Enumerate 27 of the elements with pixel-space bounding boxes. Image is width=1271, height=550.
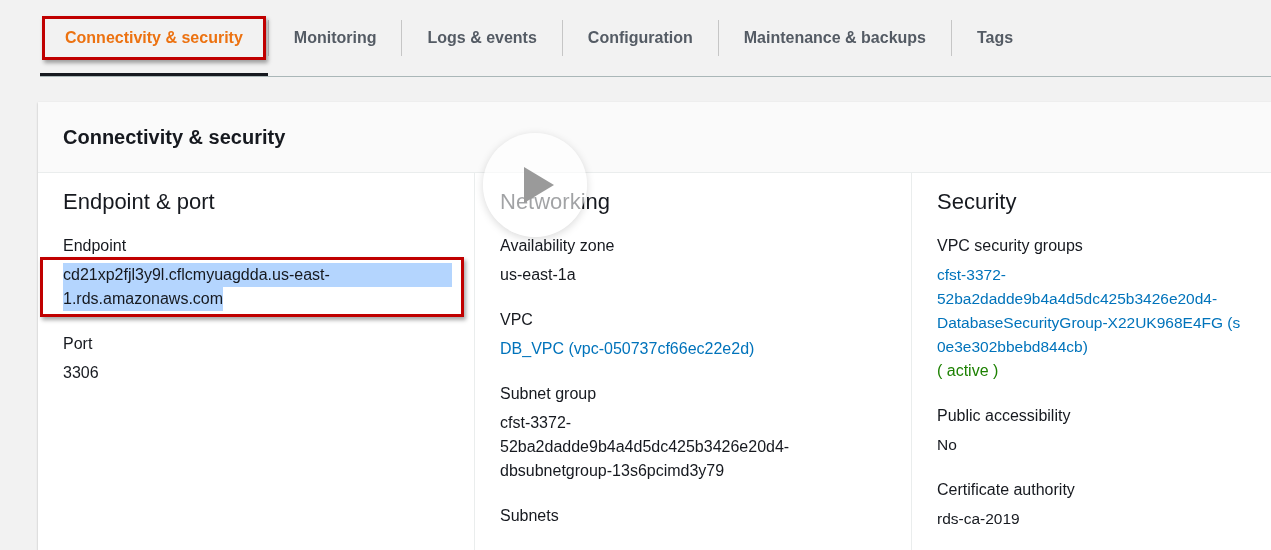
field-value: us-east-1a bbox=[500, 265, 576, 285]
field-label: Subnet group bbox=[500, 384, 597, 404]
field-value: cd21xp2fjl3y9l.cflcmyuagdda.us-east- 1.rds.amazonaws.com bbox=[63, 263, 452, 311]
value-link[interactable]: cfst-3372- 52ba2dadde9b4a4d5dc425b3426e20d4- DatabaseSecurityGroup-X22UK968E4FG (s 0e3e302bbebd844cb) bbox=[937, 263, 1241, 359]
field-label: Availability zone bbox=[500, 236, 615, 256]
tab[interactable]: Logs & events bbox=[402, 0, 562, 76]
tab[interactable]: Configuration bbox=[562, 0, 718, 76]
field-value: 3306 bbox=[63, 363, 99, 383]
column-heading: Endpoint & port bbox=[63, 189, 215, 215]
status-text: ( active ) bbox=[937, 361, 999, 381]
panel-title: Connectivity & security bbox=[63, 125, 286, 149]
column-heading: Networking bbox=[500, 189, 611, 215]
tab[interactable]: Maintenance & backups bbox=[718, 0, 951, 76]
field-label: VPC bbox=[500, 310, 533, 330]
field-value: cfst-3372- 52ba2dadde9b4a4d5dc425b3426e20d4- dbsubnetgroup-13s6pcimd3y79 bbox=[500, 413, 790, 481]
field-label: Subnets bbox=[500, 506, 559, 526]
tab[interactable]: Tags bbox=[952, 0, 1039, 76]
tab[interactable]: Monitoring bbox=[268, 0, 402, 76]
value-link[interactable]: DB_VPC (vpc-050737cf66ec22e2d) bbox=[500, 337, 755, 361]
field-label: Certificate authority bbox=[937, 480, 1075, 500]
field-label: VPC security groups bbox=[937, 236, 1083, 256]
field-label: Endpoint bbox=[63, 236, 127, 256]
field-label: Public accessibility bbox=[937, 406, 1071, 426]
field-value: No bbox=[937, 435, 957, 455]
field-label: Port bbox=[63, 334, 93, 354]
field-value: rds-ca-2019 bbox=[937, 509, 1020, 529]
column-heading: Security bbox=[937, 189, 1017, 215]
